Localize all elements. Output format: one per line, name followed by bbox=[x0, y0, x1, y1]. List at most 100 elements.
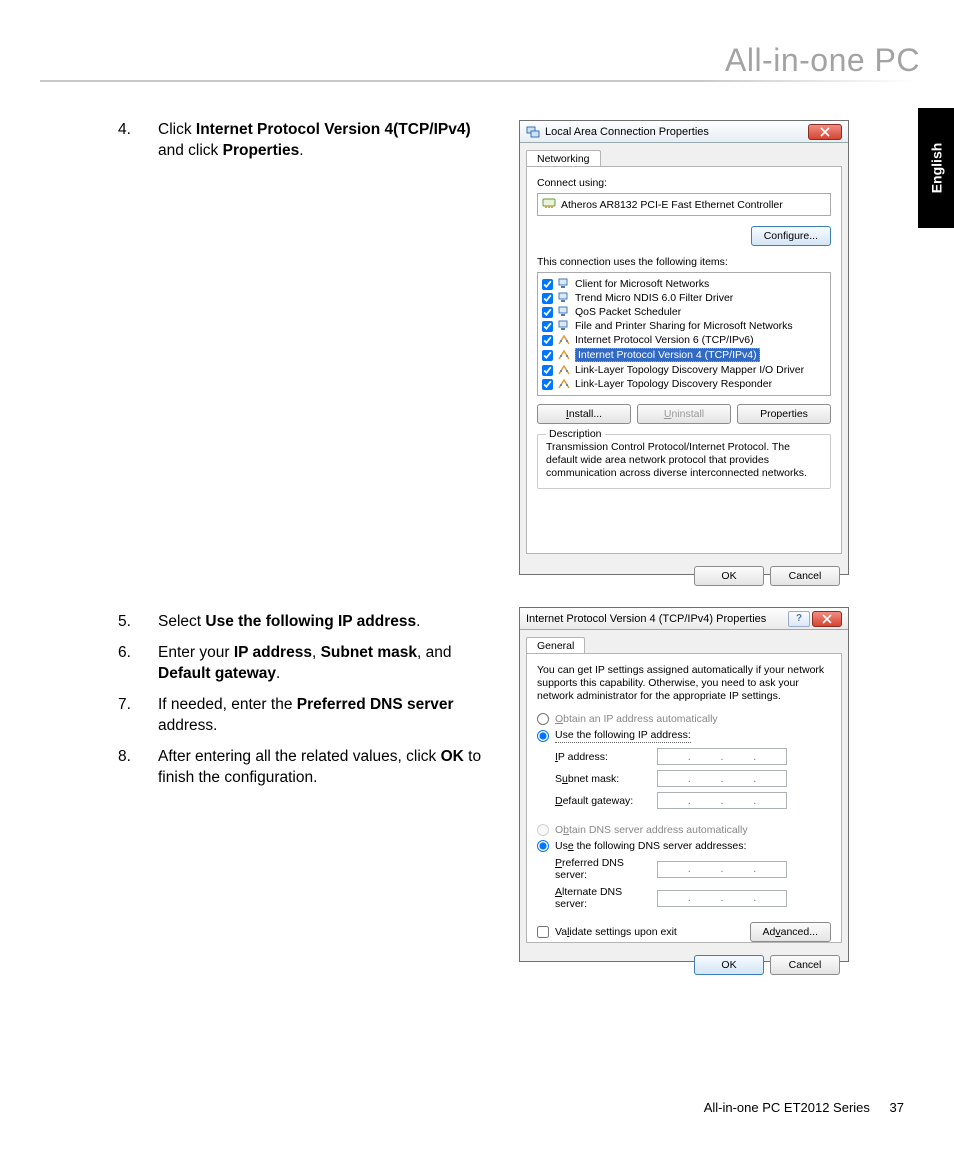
subnet-input[interactable]: ... bbox=[657, 770, 787, 787]
radio-input[interactable] bbox=[537, 713, 549, 725]
bold: IP address bbox=[234, 644, 312, 661]
text: Select bbox=[158, 613, 205, 630]
radio-input[interactable] bbox=[537, 840, 549, 852]
bold: Subnet mask bbox=[321, 644, 417, 661]
item-checkbox[interactable] bbox=[542, 350, 553, 361]
pref-dns-row: Preferred DNS server: ... bbox=[537, 857, 831, 881]
close-icon bbox=[822, 615, 832, 623]
properties-button[interactable]: Properties bbox=[737, 404, 831, 424]
dialog-titlebar[interactable]: Local Area Connection Properties bbox=[520, 121, 848, 143]
item-checkbox[interactable] bbox=[542, 293, 553, 304]
bold: Internet Protocol Version 4(TCP/IPv4) bbox=[196, 121, 471, 138]
dialog-title: Local Area Connection Properties bbox=[545, 126, 709, 138]
alt-dns-input[interactable]: ... bbox=[657, 890, 787, 907]
service-icon bbox=[557, 292, 571, 304]
description-legend: Description bbox=[546, 428, 605, 440]
item-checkbox[interactable] bbox=[542, 279, 553, 290]
validate-checkbox[interactable] bbox=[537, 926, 549, 938]
adapter-field[interactable]: Atheros AR8132 PCI-E Fast Ethernet Contr… bbox=[537, 193, 831, 216]
step-number: 8. bbox=[118, 747, 131, 768]
text: , and bbox=[417, 644, 451, 661]
adapter-icon bbox=[542, 197, 556, 212]
obtain-ip-radio[interactable]: Obtain an IP address automatically bbox=[537, 713, 831, 725]
step-4: 4. Click Internet Protocol Version 4(TCP… bbox=[118, 120, 498, 162]
text: If needed, enter the bbox=[158, 696, 297, 713]
dialog-titlebar[interactable]: Internet Protocol Version 4 (TCP/IPv4) P… bbox=[520, 608, 848, 630]
connection-items-list[interactable]: Client for Microsoft Networks Trend Micr… bbox=[537, 272, 831, 396]
configure-button[interactable]: Configure... bbox=[751, 226, 831, 246]
text: Enter your bbox=[158, 644, 234, 661]
list-item[interactable]: Internet Protocol Version 6 (TCP/IPv6) bbox=[542, 333, 826, 347]
list-item[interactable]: Client for Microsoft Networks bbox=[542, 277, 826, 291]
subnet-row: Subnet mask: ... bbox=[537, 770, 831, 787]
use-ip-radio[interactable]: Use the following IP address: bbox=[537, 729, 831, 743]
gateway-label: Default gateway: bbox=[537, 795, 657, 807]
tab-bar: Networking bbox=[520, 143, 848, 166]
help-button[interactable]: ? bbox=[788, 611, 810, 627]
close-icon bbox=[820, 128, 830, 136]
use-dns-radio[interactable]: Use the following DNS server addresses: bbox=[537, 840, 831, 852]
ip-address-input[interactable]: ... bbox=[657, 748, 787, 765]
step-8: 8. After entering all the related values… bbox=[118, 747, 498, 789]
bold: Properties bbox=[223, 142, 300, 159]
item-label: Trend Micro NDIS 6.0 Filter Driver bbox=[575, 292, 733, 304]
radio-input bbox=[537, 824, 549, 836]
item-checkbox[interactable] bbox=[542, 365, 553, 376]
item-label: Link-Layer Topology Discovery Responder bbox=[575, 378, 772, 390]
protocol-icon bbox=[557, 378, 571, 390]
install-button[interactable]: IInstall...nstall... bbox=[537, 404, 631, 424]
list-item[interactable]: File and Printer Sharing for Microsoft N… bbox=[542, 319, 826, 333]
item-checkbox[interactable] bbox=[542, 379, 553, 390]
list-item[interactable]: Link-Layer Topology Discovery Mapper I/O… bbox=[542, 363, 826, 377]
item-label: Internet Protocol Version 6 (TCP/IPv6) bbox=[575, 334, 754, 346]
pref-dns-label: Preferred DNS server: bbox=[537, 857, 657, 881]
item-checkbox[interactable] bbox=[542, 335, 553, 346]
list-item[interactable]: Trend Micro NDIS 6.0 Filter Driver bbox=[542, 291, 826, 305]
item-label: QoS Packet Scheduler bbox=[575, 306, 681, 318]
pref-dns-input[interactable]: ... bbox=[657, 861, 787, 878]
text: . bbox=[416, 613, 420, 630]
list-item[interactable]: Link-Layer Topology Discovery Responder bbox=[542, 377, 826, 391]
ok-button[interactable]: OK bbox=[694, 955, 764, 975]
step-6: 6. Enter your IP address, Subnet mask, a… bbox=[118, 643, 498, 685]
subnet-label: Subnet mask: bbox=[537, 773, 657, 785]
step-5: 5. Select Use the following IP address. bbox=[118, 612, 498, 633]
list-item[interactable]: QoS Packet Scheduler bbox=[542, 305, 826, 319]
validate-label: Validate settings upon exit bbox=[555, 926, 677, 938]
validate-checkbox-row[interactable]: Validate settings upon exit bbox=[537, 926, 677, 938]
description-text: Transmission Control Protocol/Internet P… bbox=[546, 441, 822, 480]
list-item-selected[interactable]: Internet Protocol Version 4 (TCP/IPv4) bbox=[542, 347, 826, 363]
item-label: Client for Microsoft Networks bbox=[575, 278, 709, 290]
item-checkbox[interactable] bbox=[542, 321, 553, 332]
close-button[interactable] bbox=[812, 611, 842, 627]
cancel-button[interactable]: Cancel bbox=[770, 566, 840, 586]
ip-address-label: IP address: bbox=[537, 751, 657, 763]
text: address. bbox=[158, 717, 217, 734]
ipv4-properties-dialog: Internet Protocol Version 4 (TCP/IPv4) P… bbox=[519, 607, 849, 962]
help-icon: ? bbox=[796, 613, 802, 624]
close-button[interactable] bbox=[808, 124, 842, 140]
step-7: 7. If needed, enter the Preferred DNS se… bbox=[118, 695, 498, 737]
step-number: 5. bbox=[118, 612, 131, 633]
ok-button[interactable]: OK bbox=[694, 566, 764, 586]
connect-using-label: Connect using: bbox=[537, 177, 831, 189]
protocol-icon bbox=[557, 364, 571, 376]
text: . bbox=[276, 665, 280, 682]
item-checkbox[interactable] bbox=[542, 307, 553, 318]
tab-panel: You can get IP settings assigned automat… bbox=[526, 653, 842, 943]
header-rule bbox=[40, 80, 920, 82]
description-group: Description Transmission Control Protoco… bbox=[537, 434, 831, 489]
advanced-button[interactable]: Advanced... bbox=[750, 922, 831, 942]
text: After entering all the related values, c… bbox=[158, 748, 441, 765]
radio-input[interactable] bbox=[537, 730, 549, 742]
cancel-button[interactable]: Cancel bbox=[770, 955, 840, 975]
text: and click bbox=[158, 142, 223, 159]
gateway-row: Default gateway: ... bbox=[537, 792, 831, 809]
step-number: 6. bbox=[118, 643, 131, 664]
text: , bbox=[312, 644, 321, 661]
networking-tab[interactable]: Networking bbox=[526, 150, 601, 167]
gateway-input[interactable]: ... bbox=[657, 792, 787, 809]
use-dns-label: Use the following DNS server addresses: bbox=[555, 840, 746, 852]
general-tab[interactable]: General bbox=[526, 637, 585, 654]
client-icon bbox=[557, 278, 571, 290]
